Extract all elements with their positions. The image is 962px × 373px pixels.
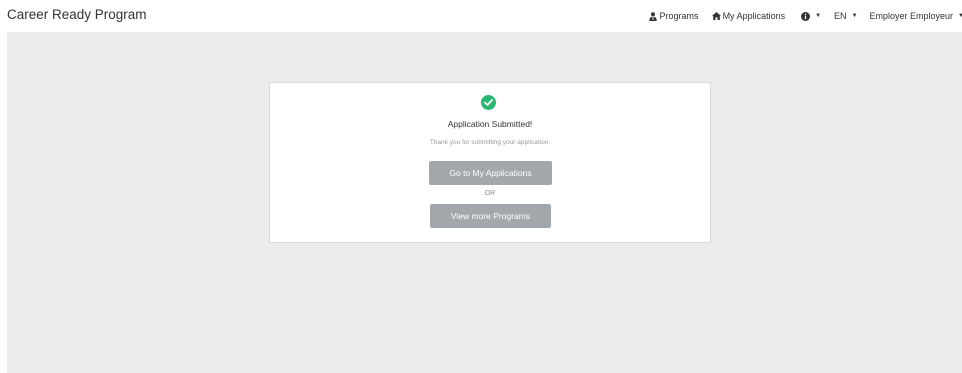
language-label: EN bbox=[834, 11, 847, 21]
main-content: Application Submitted! Thank you for sub… bbox=[7, 32, 962, 373]
nav-my-applications[interactable]: My Applications bbox=[711, 11, 786, 21]
help-dropdown[interactable]: ▼ bbox=[801, 11, 822, 21]
top-navbar: Career Ready Program Programs My Applica… bbox=[0, 0, 962, 32]
user-menu[interactable]: Employer Employeur ▼ bbox=[870, 11, 962, 21]
chevron-down-icon: ▼ bbox=[958, 13, 962, 19]
brand-link[interactable]: Career Ready Program bbox=[7, 7, 147, 22]
home-icon bbox=[711, 12, 721, 20]
language-dropdown[interactable]: EN ▼ bbox=[834, 11, 857, 21]
confirmation-message: Thank you for submitting your applicatio… bbox=[429, 139, 551, 146]
nav-programs[interactable]: Programs bbox=[648, 11, 699, 21]
go-to-my-applications-button[interactable]: Go to My Applications bbox=[429, 161, 552, 185]
confirmation-card: Application Submitted! Thank you for sub… bbox=[269, 82, 711, 243]
chevron-down-icon: ▼ bbox=[851, 13, 858, 19]
or-separator: OR bbox=[484, 190, 496, 197]
user-tie-icon bbox=[648, 11, 657, 21]
nav-right: Programs My Applications ▼ EN ▼ Employer… bbox=[648, 0, 962, 32]
chevron-down-icon: ▼ bbox=[815, 13, 822, 19]
view-more-programs-button[interactable]: View more Programs bbox=[430, 204, 551, 228]
user-name: Employer Employeur bbox=[869, 11, 954, 21]
check-circle-icon bbox=[481, 95, 496, 110]
confirmation-title: Application Submitted! bbox=[447, 119, 533, 129]
nav-my-applications-label: My Applications bbox=[722, 11, 786, 21]
nav-programs-label: Programs bbox=[659, 11, 699, 21]
info-circle-icon bbox=[801, 11, 811, 21]
